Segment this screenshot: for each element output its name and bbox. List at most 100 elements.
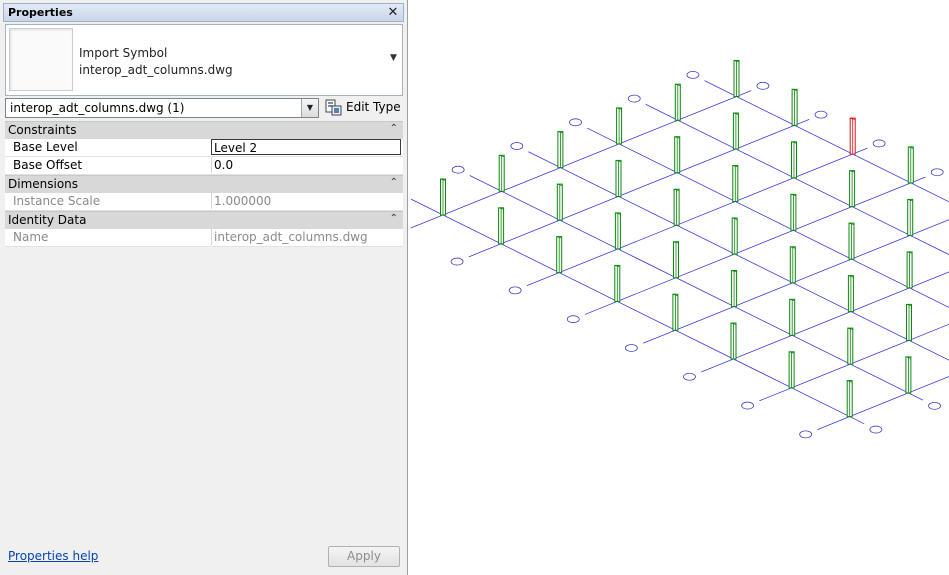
column xyxy=(905,356,912,394)
grid-bubble xyxy=(869,425,883,434)
collapse-icon[interactable]: ⌃ xyxy=(390,123,398,134)
column xyxy=(614,212,621,250)
column xyxy=(846,380,853,418)
type-preview-image xyxy=(9,28,73,91)
columns xyxy=(440,60,914,418)
grid-bubble xyxy=(928,401,941,410)
property-name: Base Offset xyxy=(13,158,83,172)
grid-lines xyxy=(410,80,949,431)
grid-bubble xyxy=(569,118,582,127)
grid-line xyxy=(528,151,949,361)
group-dimensions[interactable]: Dimensions ⌃ xyxy=(5,175,403,193)
column xyxy=(440,178,446,216)
property-name: Name xyxy=(13,230,49,244)
property-name: Instance Scale xyxy=(13,194,101,208)
edit-type-button[interactable]: Edit Type xyxy=(323,98,403,118)
column xyxy=(731,270,738,307)
grid-bubble xyxy=(814,110,828,119)
palette-title-bar[interactable]: Properties ✕ xyxy=(3,3,404,22)
grid-line xyxy=(645,104,949,256)
name-value: interop_adt_columns.dwg xyxy=(211,229,401,245)
grid-bubble xyxy=(624,344,638,352)
property-row-instance-scale: Instance Scale 1.000000 xyxy=(5,193,403,211)
close-icon[interactable]: ✕ xyxy=(386,4,400,21)
dropdown-arrow-icon[interactable]: ▼ xyxy=(390,53,400,65)
column xyxy=(615,159,622,197)
instance-scale-value: 1.000000 xyxy=(211,193,401,209)
column xyxy=(616,107,623,145)
grid-line xyxy=(817,376,949,431)
palette-title: Properties xyxy=(8,6,73,19)
group-label: Dimensions xyxy=(8,177,79,191)
edit-type-label: Edit Type xyxy=(346,100,401,114)
edit-type-icon xyxy=(325,99,342,116)
grid-bubble xyxy=(799,430,813,439)
grid-line xyxy=(468,119,810,258)
column xyxy=(907,146,914,184)
column xyxy=(674,136,681,174)
grid-bubble xyxy=(930,168,944,177)
grid-bubble xyxy=(451,165,465,174)
grid-bubble xyxy=(566,315,580,324)
column xyxy=(906,251,913,289)
column xyxy=(906,303,912,341)
family-name: Import Symbol xyxy=(79,46,168,60)
column xyxy=(847,327,854,365)
grid-bubble xyxy=(450,257,464,266)
base-level-field[interactable]: Level 2 xyxy=(211,139,401,155)
apply-button[interactable]: Apply xyxy=(328,546,400,567)
column xyxy=(733,60,740,97)
grid-line xyxy=(584,176,926,315)
column xyxy=(556,236,563,274)
column xyxy=(791,88,798,126)
collapse-icon[interactable]: ⌃ xyxy=(390,213,398,224)
column xyxy=(788,351,795,389)
instance-filter-dropdown[interactable]: interop_adt_columns.dwg (1) ▼ xyxy=(5,98,319,118)
properties-grid: Constraints ⌃ Base Level Level 2 Base Of… xyxy=(5,121,403,247)
column xyxy=(673,241,679,279)
grid-bubble xyxy=(756,81,770,90)
grid-line xyxy=(410,90,752,229)
column xyxy=(732,112,739,150)
group-label: Constraints xyxy=(8,123,77,137)
properties-palette: Properties ✕ Import Symbol interop_adt_c… xyxy=(0,0,408,575)
property-row-base-level[interactable]: Base Level Level 2 xyxy=(5,139,403,157)
group-constraints[interactable]: Constraints ⌃ xyxy=(5,121,403,139)
column xyxy=(730,322,737,360)
column xyxy=(557,131,564,169)
chevron-down-icon[interactable]: ▼ xyxy=(301,99,318,117)
column xyxy=(790,193,797,231)
column xyxy=(498,207,505,245)
property-row-base-offset[interactable]: Base Offset 0.0 xyxy=(5,157,403,175)
property-name: Base Level xyxy=(13,140,78,154)
column xyxy=(907,198,914,236)
grid-bubble xyxy=(686,71,700,79)
column xyxy=(847,275,854,313)
column xyxy=(732,165,739,202)
column xyxy=(614,264,621,302)
column xyxy=(674,83,681,121)
column xyxy=(731,217,738,255)
selected-column xyxy=(849,117,856,155)
instance-filter-value: interop_adt_columns.dwg (1) xyxy=(10,101,185,115)
group-identity-data[interactable]: Identity Data ⌃ xyxy=(5,211,403,229)
type-selector[interactable]: Import Symbol interop_adt_columns.dwg ▼ xyxy=(5,24,403,96)
column xyxy=(498,154,505,192)
type-name: interop_adt_columns.dwg xyxy=(79,63,233,77)
column xyxy=(556,183,563,221)
column xyxy=(791,141,797,179)
grid-bubble xyxy=(627,94,641,103)
grid-bubble xyxy=(872,139,886,148)
collapse-icon[interactable]: ⌃ xyxy=(390,177,398,188)
grid-line xyxy=(469,175,924,401)
grid-line xyxy=(410,198,865,425)
3d-view-canvas[interactable] xyxy=(409,0,949,575)
column xyxy=(849,170,856,208)
grid-bubble xyxy=(510,142,524,150)
grid-line xyxy=(759,323,949,402)
grid-bubble xyxy=(741,401,754,410)
property-row-name: Name interop_adt_columns.dwg xyxy=(5,229,403,247)
base-offset-field[interactable]: 0.0 xyxy=(211,157,401,173)
column xyxy=(673,188,680,226)
properties-help-link[interactable]: Properties help xyxy=(8,549,98,563)
